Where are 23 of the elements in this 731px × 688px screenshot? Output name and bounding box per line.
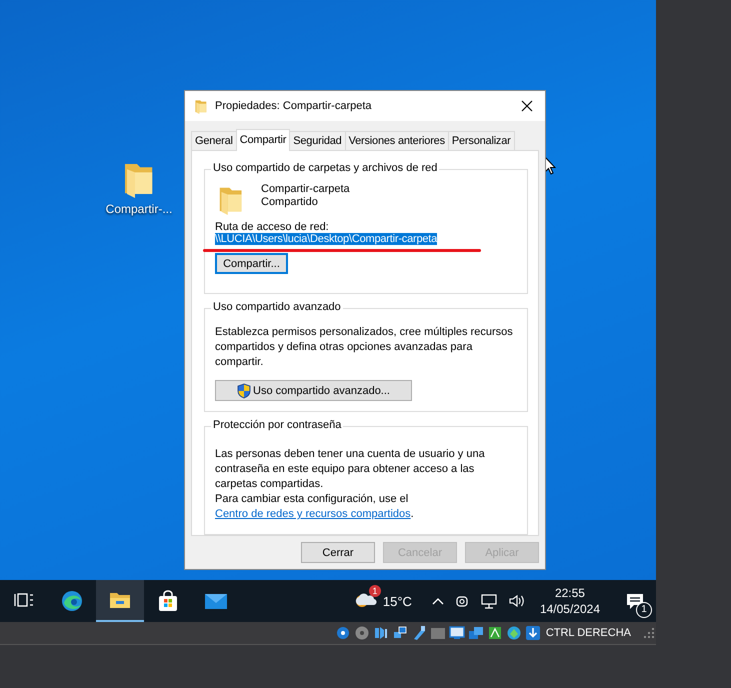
- host-key-label: CTRL DERECHA: [546, 627, 631, 639]
- group-heading: Uso compartido de carpetas y archivos de red: [211, 162, 440, 174]
- desktop-icon[interactable]: Compartir-...: [102, 158, 176, 216]
- description-text: Para cambiar esta configuración, use el Centro de redes y recursos compartidos.: [215, 492, 415, 522]
- path-label: Ruta de acceso de red:: [215, 221, 330, 233]
- clock[interactable]: 22:55 14/05/2024: [540, 585, 600, 617]
- tab[interactable]: General: [191, 131, 237, 150]
- notification-badge: 1: [368, 584, 381, 596]
- network-path: \\LUCIA\Users\lucia\Desktop\Compartir-carpeta: [215, 233, 438, 245]
- notification-count: 1: [636, 602, 652, 618]
- description-text: Las personas deben tener una cuenta de usuario y una contraseña en este equipo para obtener acceso a las carpetas compartidas.: [215, 447, 486, 492]
- advanced-sharing-button[interactable]: Uso compartido avanzado...: [215, 380, 412, 401]
- description-text: Establezca permisos personalizados, cree múltiples recursos compartidos y defina otras opciones avanzadas para compartir.: [215, 325, 514, 370]
- window-title: Propiedades: Compartir-carpeta: [215, 100, 373, 112]
- group-heading: Protección por contraseña: [211, 419, 344, 431]
- tab[interactable]: Compartir: [236, 129, 290, 151]
- dialog-button[interactable]: Cerrar: [301, 542, 375, 563]
- folder-name: Compartir-carpeta: [261, 183, 350, 195]
- settings-link[interactable]: Centro de redes y recursos compartidos: [215, 508, 411, 520]
- group-heading: Uso compartido avanzado: [211, 301, 343, 313]
- share-status: Compartido: [261, 196, 319, 208]
- share-button[interactable]: Compartir...: [215, 253, 288, 274]
- tab[interactable]: Personalizar: [448, 131, 515, 150]
